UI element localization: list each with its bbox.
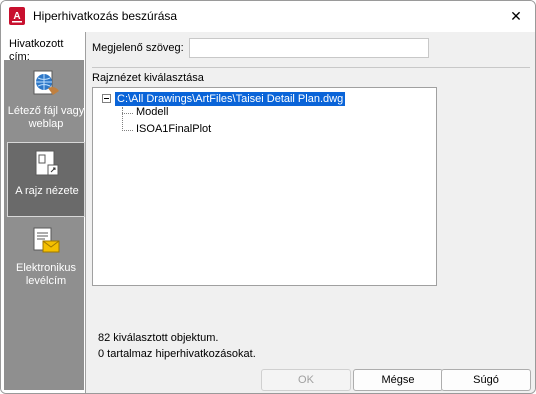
- email-icon: [33, 227, 60, 253]
- collapse-icon[interactable]: [102, 94, 111, 103]
- sidebar-item-email[interactable]: Elektronikus levélcím: [7, 220, 85, 295]
- status-selected-count: 82 kiválasztott objektum.: [98, 332, 219, 344]
- content-panel: Megjelenő szöveg: Rajznézet kiválasztása…: [85, 32, 535, 393]
- hyperlink-dialog: A Hiperhivatkozás beszúrása ✕ Hivatkozot…: [0, 0, 536, 394]
- view-tree[interactable]: C:\All Drawings\ArtFiles\Taisei Detail P…: [92, 87, 437, 286]
- tree-connector: [122, 107, 123, 131]
- status-hyperlink-count: 0 tartalmaz hiperhivatkozásokat.: [98, 348, 256, 360]
- help-button[interactable]: Súgó: [441, 369, 531, 391]
- tree-connector: [122, 113, 133, 114]
- ok-button[interactable]: OK: [261, 369, 351, 391]
- svg-text:A: A: [13, 11, 20, 22]
- link-to-sidebar: Hivatkozott cím: Létező fájl vagy weblap: [1, 32, 85, 393]
- file-web-icon: [33, 70, 59, 95]
- sidebar-item-drawing-view[interactable]: A rajz nézete: [7, 142, 85, 217]
- sidebar-panel: Létező fájl vagy weblap A rajz nézete El…: [4, 60, 85, 390]
- tree-root-item[interactable]: C:\All Drawings\ArtFiles\Taisei Detail P…: [115, 92, 346, 106]
- sidebar-label-existing-file: Létező fájl vagy weblap: [7, 105, 85, 130]
- display-text-input[interactable]: [189, 38, 429, 58]
- sidebar-item-existing-file[interactable]: Létező fájl vagy weblap: [7, 63, 85, 138]
- window-title: Hiperhivatkozás beszúrása: [33, 9, 178, 23]
- tree-label: Rajznézet kiválasztása: [92, 72, 204, 84]
- sidebar-label-drawing-view: A rajz nézete: [15, 185, 79, 197]
- tree-connector: [122, 130, 133, 131]
- title-bar: A Hiperhivatkozás beszúrása ✕: [1, 1, 535, 31]
- tree-item-layout[interactable]: ISOA1FinalPlot: [136, 123, 211, 135]
- separator: [92, 67, 530, 68]
- cancel-button[interactable]: Mégse: [353, 369, 443, 391]
- sidebar-label-email: Elektronikus levélcím: [16, 262, 76, 287]
- display-text-label: Megjelenő szöveg:: [92, 42, 184, 54]
- tree-item-model[interactable]: Modell: [136, 106, 168, 118]
- close-button[interactable]: ✕: [501, 3, 531, 29]
- autocad-app-icon: A: [9, 7, 25, 25]
- drawing-view-icon: [35, 150, 59, 176]
